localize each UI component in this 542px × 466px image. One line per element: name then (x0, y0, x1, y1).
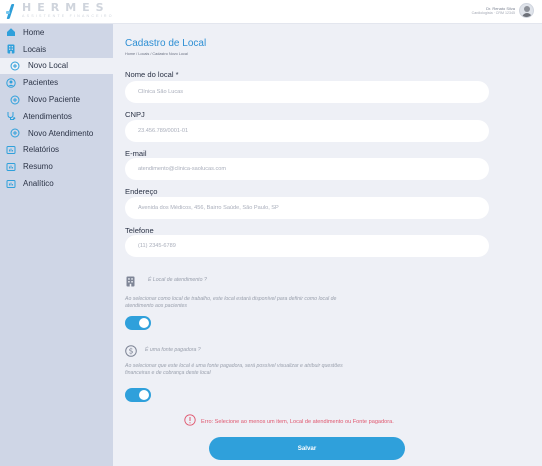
sidebar-item-locais[interactable]: Locais (0, 41, 113, 58)
sidebar-item-label: Locais (23, 44, 47, 54)
sidebar-item-resumo[interactable]: Resumo (0, 158, 113, 175)
sidebar-item-label: Relatórios (23, 145, 60, 155)
sidebar: Home Locais Novo Local Pacientes Novo Pa… (0, 24, 113, 466)
sidebar-item-analitico[interactable]: Analítico (0, 175, 113, 192)
endereco-field[interactable] (125, 197, 489, 219)
telefone-label: Telefone (125, 226, 154, 235)
hermes-logo[interactable]: HERMES ASSISTENTE FINANCEIRO (6, 2, 114, 20)
sidebar-item-label: Analítico (23, 179, 54, 189)
error-text: Erro: Selecione ao menos um item, Local … (201, 419, 394, 425)
atendimento-option-description: Ao selecionar como local de trabalho, es… (125, 296, 337, 309)
toggle-knob (139, 390, 149, 400)
report-icon (6, 145, 16, 155)
sidebar-item-label: Novo Atendimento (28, 128, 94, 138)
sidebar-item-relatorios[interactable]: Relatórios (0, 142, 113, 159)
sidebar-item-label: Novo Local (28, 61, 69, 71)
sidebar-item-novo-atendimento[interactable]: Novo Atendimento (0, 125, 113, 142)
svg-text:$: $ (129, 347, 134, 356)
atendimento-option-title: É Local de atendimento ? (148, 277, 207, 283)
plus-circle-icon (10, 61, 20, 71)
report-icon (6, 179, 16, 189)
logo-mark-icon (6, 2, 16, 20)
sidebar-item-atendimentos[interactable]: Atendimentos (0, 108, 113, 125)
user-circle-icon (6, 78, 16, 88)
telefone-field[interactable] (125, 235, 489, 257)
error-message: Erro: Selecione ao menos um item, Local … (184, 413, 394, 431)
user-role: Cardiologista · CRM 12345 (471, 10, 515, 15)
user-menu[interactable]: Dr. Renato Silva Cardiologista · CRM 123… (472, 3, 534, 18)
pagadora-option-description: Ao selecionar que este local é uma fonte… (125, 363, 343, 376)
page-title: Cadastro de Local (125, 38, 207, 49)
save-button[interactable]: Salvar (209, 437, 405, 460)
home-icon (6, 27, 16, 37)
pagadora-option-title: É uma fonte pagadora ? (145, 347, 201, 353)
plus-circle-icon (10, 95, 20, 105)
pagadora-toggle[interactable] (125, 388, 151, 402)
stethoscope-icon (6, 111, 16, 121)
cnpj-field[interactable] (125, 120, 489, 142)
cnpj-label: CNPJ (125, 110, 145, 119)
toggle-knob (139, 318, 149, 328)
nome-field[interactable] (125, 81, 489, 103)
email-label: E-mail (125, 149, 147, 158)
building-icon (6, 44, 16, 54)
avatar[interactable] (519, 3, 534, 18)
sidebar-item-pacientes[interactable]: Pacientes (0, 74, 113, 91)
report-icon (6, 162, 16, 172)
sidebar-item-label: Novo Paciente (28, 95, 81, 105)
main-content: Cadastro de Local Home / Locais / Cadast… (113, 24, 542, 466)
atendimento-toggle[interactable] (125, 316, 151, 330)
error-icon (184, 413, 196, 431)
dollar-circle-icon: $ (125, 344, 137, 357)
sidebar-item-label: Resumo (23, 162, 53, 172)
top-bar: HERMES ASSISTENTE FINANCEIRO Dr. Renato … (0, 0, 542, 24)
building-icon (125, 274, 136, 287)
app-subtitle: ASSISTENTE FINANCEIRO (22, 14, 114, 18)
sidebar-item-label: Atendimentos (23, 111, 72, 121)
breadcrumb: Home / Locais / Cadastro Novo Local (125, 52, 188, 56)
sidebar-item-label: Home (23, 27, 45, 37)
sidebar-item-home[interactable]: Home (0, 24, 113, 41)
sidebar-item-label: Pacientes (23, 78, 59, 88)
sidebar-item-novo-local[interactable]: Novo Local (0, 57, 113, 75)
app-title: HERMES (22, 1, 110, 14)
nome-label: Nome do local * (125, 70, 179, 79)
email-field[interactable] (125, 158, 489, 180)
sidebar-item-novo-paciente[interactable]: Novo Paciente (0, 91, 113, 108)
endereco-label: Endereço (125, 187, 158, 196)
plus-circle-icon (10, 128, 20, 138)
